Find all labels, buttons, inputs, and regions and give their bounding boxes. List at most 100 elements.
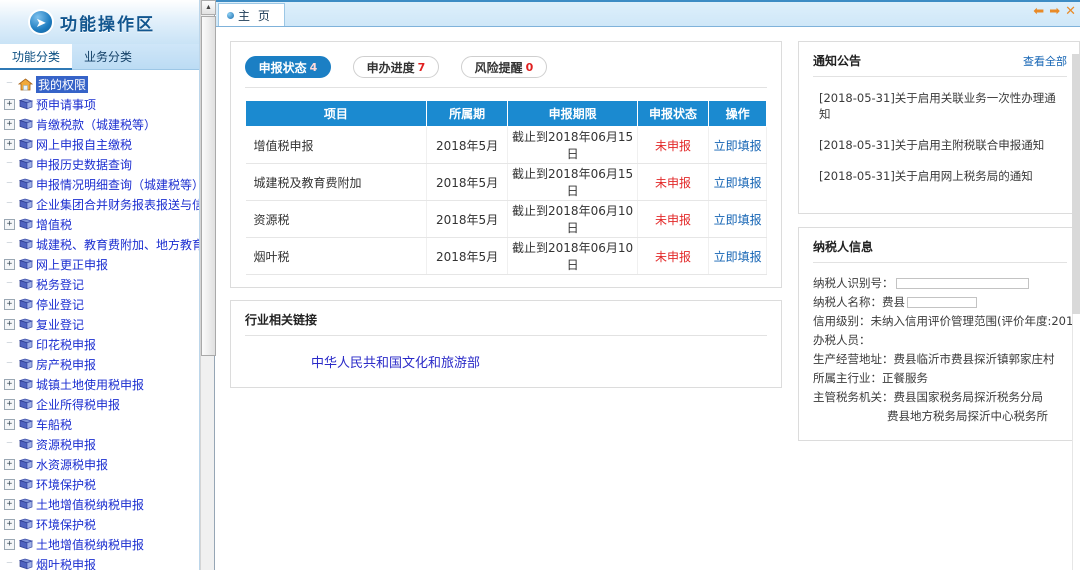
notice-card: 通知公告 查看全部 [2018-05-31]关于启用关联业务一次性办理通知[20…: [798, 41, 1080, 214]
book-icon: [19, 238, 33, 250]
column-header-status: 申报状态: [637, 101, 709, 127]
tree-item[interactable]: +水资源税申报: [0, 454, 200, 474]
tree-item[interactable]: +企业所得税申报: [0, 394, 200, 414]
notice-item[interactable]: [2018-05-31]关于启用主附税联合申报通知: [813, 137, 1067, 153]
tree-item[interactable]: +肯缴税款（城建税等）: [0, 114, 200, 134]
book-icon: [19, 378, 33, 390]
tree-item-label: 网上申报自主缴税: [36, 136, 132, 153]
taxpayer-info-row: 生产经营地址：费县临沂市费县探沂镇郭家庄村: [813, 350, 1067, 369]
tree-item[interactable]: +环境保护税: [0, 514, 200, 534]
tree-item[interactable]: +增值税: [0, 214, 200, 234]
expand-plus-icon[interactable]: +: [4, 479, 15, 490]
book-icon: [19, 358, 33, 370]
tab-home[interactable]: 主 页: [218, 3, 285, 26]
notice-item[interactable]: [2018-05-31]关于启用网上税务局的通知: [813, 168, 1067, 184]
notice-item[interactable]: [2018-05-31]关于启用关联业务一次性办理通知: [813, 90, 1067, 122]
table-header-row: 项目 所属期 申报期限 申报状态 操作: [246, 101, 767, 127]
tree-item[interactable]: + 预申请事项: [0, 94, 200, 114]
fill-now-link[interactable]: 立即填报: [714, 250, 762, 264]
fill-now-link[interactable]: 立即填报: [714, 176, 762, 190]
tree-item[interactable]: + 网上申报自主缴税: [0, 134, 200, 154]
expand-plus-icon[interactable]: +: [4, 379, 15, 390]
expand-plus-icon[interactable]: +: [4, 539, 15, 550]
pill-application-progress[interactable]: 申办进度 7: [353, 56, 439, 78]
book-icon: [19, 518, 33, 530]
pill-risk-alert[interactable]: 风险提醒 0: [461, 56, 547, 78]
book-icon: [19, 538, 33, 550]
tree-item[interactable]: –烟叶税申报: [0, 554, 200, 570]
tree-item[interactable]: + 复业登记: [0, 314, 200, 334]
redaction-box: [896, 278, 1029, 289]
book-icon: [19, 458, 33, 470]
expand-plus-icon[interactable]: +: [4, 119, 15, 130]
book-icon: [19, 338, 33, 350]
industry-links-body: 中华人民共和国文化和旅游部: [245, 336, 767, 371]
tree-connector-icon: –: [4, 339, 15, 350]
content-right-column: 通知公告 查看全部 [2018-05-31]关于启用关联业务一次性办理通知[20…: [798, 41, 1080, 441]
sidebar-scroll-thumb[interactable]: [201, 16, 216, 356]
sidebar-scrollbar[interactable]: ▲: [200, 0, 215, 570]
expand-plus-icon[interactable]: +: [4, 299, 15, 310]
expand-plus-icon[interactable]: +: [4, 139, 15, 150]
tree-item[interactable]: +环境保护税: [0, 474, 200, 494]
industry-link[interactable]: 中华人民共和国文化和旅游部: [311, 356, 480, 371]
fill-now-link[interactable]: 立即填报: [714, 213, 762, 227]
tree-item[interactable]: –资源税申报: [0, 434, 200, 454]
arrow-right-circle-icon: ➤: [30, 11, 52, 33]
tree-item[interactable]: +停业登记: [0, 294, 200, 314]
tree-item-label: 预申请事项: [36, 96, 96, 113]
tab-business-category[interactable]: 业务分类: [72, 44, 144, 70]
arrow-left-icon[interactable]: ⬅: [1033, 4, 1044, 17]
book-icon: [19, 178, 33, 190]
book-icon: [19, 198, 33, 210]
tree-item[interactable]: –税务登记: [0, 274, 200, 294]
expand-plus-icon[interactable]: +: [4, 99, 15, 110]
tree-item[interactable]: +车船税: [0, 414, 200, 434]
view-all-link[interactable]: 查看全部: [1023, 53, 1067, 69]
expand-plus-icon[interactable]: +: [4, 319, 15, 330]
tabbar-controls: ⬅ ➡ ✕: [1033, 4, 1076, 17]
expand-plus-icon[interactable]: +: [4, 499, 15, 510]
content-scrollbar[interactable]: [1072, 54, 1080, 570]
book-icon: [19, 438, 33, 450]
tree-item-label: 复业登记: [36, 316, 84, 333]
tree-item-label: 我的权限: [36, 76, 88, 93]
cell-period: 2018年5月: [426, 201, 508, 238]
cell-deadline: 截止到2018年06月15日: [508, 127, 637, 164]
tree-item[interactable]: –企业集团合并财务报表报送与信息采集: [0, 194, 200, 214]
tab-function-category[interactable]: 功能分类: [0, 44, 72, 70]
tree-item[interactable]: –我的权限: [0, 74, 200, 94]
tree-item[interactable]: +网上更正申报: [0, 254, 200, 274]
tree-item[interactable]: –城建税、教育费附加、地方教育附加税（: [0, 234, 200, 254]
tree-item[interactable]: –申报历史数据查询: [0, 154, 200, 174]
book-icon: [19, 498, 33, 510]
tree-item[interactable]: +土地增值税纳税申报: [0, 534, 200, 554]
taxpayer-info-card: 纳税人信息 纳税人识别号：纳税人名称：费县信用级别：未纳入信用评价管理范围(评价…: [798, 227, 1080, 441]
tree-item[interactable]: –印花税申报: [0, 334, 200, 354]
expand-plus-icon[interactable]: +: [4, 399, 15, 410]
expand-plus-icon[interactable]: +: [4, 459, 15, 470]
tree-item[interactable]: +城镇土地使用税申报: [0, 374, 200, 394]
expand-plus-icon[interactable]: +: [4, 259, 15, 270]
close-icon[interactable]: ✕: [1065, 4, 1076, 17]
content-scroll-thumb[interactable]: [1072, 54, 1080, 314]
tree-item[interactable]: +土地增值税纳税申报: [0, 494, 200, 514]
taxpayer-field-value: 费县地方税务局探沂中心税务所: [887, 407, 1048, 426]
column-header-deadline: 申报期限: [508, 101, 637, 127]
cell-action: 立即填报: [709, 238, 767, 275]
arrow-right-icon[interactable]: ➡: [1049, 4, 1060, 17]
tree-item[interactable]: –申报情况明细查询（城建税等）: [0, 174, 200, 194]
expand-plus-icon[interactable]: +: [4, 219, 15, 230]
tree-connector-icon: –: [4, 439, 15, 450]
cell-status: 未申报: [637, 164, 709, 201]
cell-period: 2018年5月: [426, 127, 508, 164]
pill-declaration-status[interactable]: 申报状态 4: [245, 56, 331, 78]
taxpayer-field-value: 未纳入信用评价管理范围(评价年度:2016): [871, 312, 1080, 331]
industry-links-title: 行业相关链接: [245, 311, 767, 336]
tree-item[interactable]: –房产税申报: [0, 354, 200, 374]
fill-now-link[interactable]: 立即填报: [714, 139, 762, 153]
scroll-up-button[interactable]: ▲: [201, 0, 216, 15]
expand-plus-icon[interactable]: +: [4, 419, 15, 430]
house-icon: [18, 78, 33, 91]
expand-plus-icon[interactable]: +: [4, 519, 15, 530]
